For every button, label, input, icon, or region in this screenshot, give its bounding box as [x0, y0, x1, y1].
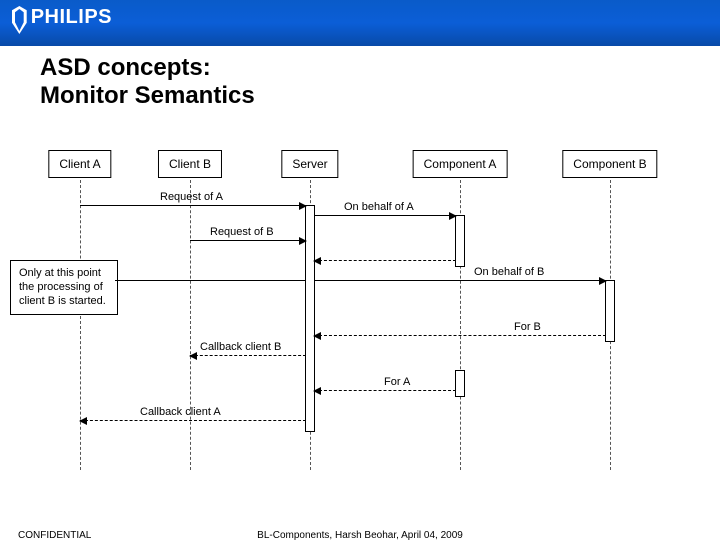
actor-label: Component B — [562, 150, 657, 178]
msg-for-a: For A — [314, 390, 456, 391]
lifeline-client-a — [80, 180, 81, 470]
diagram-note: Only at this point the processing of cli… — [10, 260, 118, 315]
actor-server: Server — [281, 150, 338, 178]
msg-request-b: Request of B — [190, 240, 306, 241]
msg-for-b: For B — [314, 335, 606, 336]
msg-label: On behalf of A — [344, 201, 414, 213]
actor-component-a: Component A — [413, 150, 508, 178]
msg-callback-b: Callback client B — [190, 355, 306, 356]
actor-component-b: Component B — [562, 150, 657, 178]
msg-label: Callback client B — [200, 341, 281, 353]
arrowhead-icon — [449, 212, 457, 220]
activation-comp-b — [605, 280, 615, 342]
msg-label: Request of A — [160, 191, 223, 203]
title-line-1: ASD concepts: — [40, 54, 211, 81]
actor-label: Client A — [48, 150, 111, 178]
msg-on-behalf-a: On behalf of A — [314, 215, 456, 216]
msg-on-behalf-b: On behalf of B — [314, 280, 606, 281]
actor-label: Component A — [413, 150, 508, 178]
activation-comp-a-2 — [455, 370, 465, 397]
actor-client-a: Client A — [48, 150, 111, 178]
msg-return-comp-a — [314, 260, 456, 261]
footer-meta: BL-Components, Harsh Beohar, April 04, 2… — [257, 530, 463, 541]
note-text: Only at this point the processing of cli… — [19, 267, 106, 307]
arrowhead-icon — [313, 387, 321, 395]
confidential-label: CONFIDENTIAL — [18, 530, 91, 541]
actor-client-b: Client B — [158, 150, 222, 178]
actor-label: Client B — [158, 150, 222, 178]
activation-comp-a-1 — [455, 215, 465, 267]
arrowhead-icon — [299, 202, 307, 210]
arrowhead-icon — [313, 257, 321, 265]
msg-label: Callback client A — [140, 406, 221, 418]
actor-label: Server — [281, 150, 338, 178]
msg-callback-a: Callback client A — [80, 420, 306, 421]
note-connector — [115, 280, 305, 281]
msg-label: On behalf of B — [474, 266, 544, 278]
brand-text: PHILIPS — [31, 6, 112, 29]
msg-label: Request of B — [210, 226, 274, 238]
philips-shield-icon — [12, 6, 27, 34]
slide-title: ASD concepts: Monitor Semantics — [40, 54, 720, 109]
title-line-2: Monitor Semantics — [40, 82, 255, 109]
arrowhead-icon — [313, 332, 321, 340]
sequence-diagram: Client A Client B Server Component A Com… — [40, 150, 680, 470]
lifeline-client-b — [190, 180, 191, 470]
msg-label: For B — [514, 321, 541, 333]
arrowhead-icon — [299, 237, 307, 245]
arrowhead-icon — [599, 277, 607, 285]
brand-header: PHILIPS — [0, 0, 720, 46]
philips-logo: PHILIPS — [12, 6, 112, 40]
msg-label: For A — [384, 376, 410, 388]
arrowhead-icon — [189, 352, 197, 360]
arrowhead-icon — [79, 417, 87, 425]
msg-request-a: Request of A — [80, 205, 306, 206]
